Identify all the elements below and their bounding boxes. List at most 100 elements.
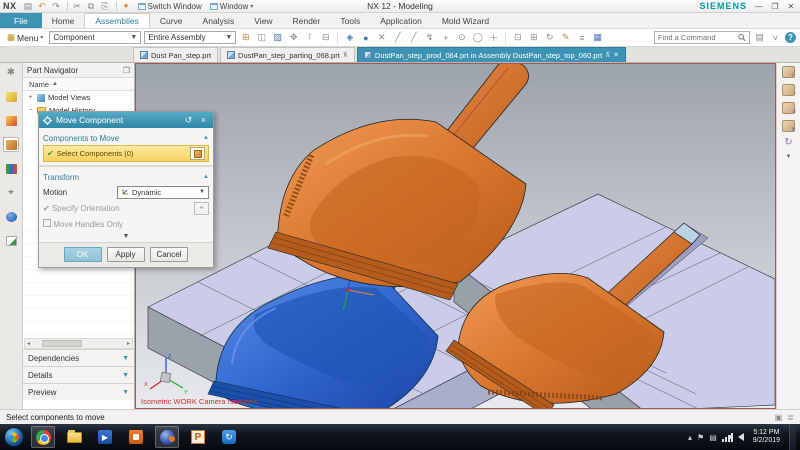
scrollbar-thumb[interactable] [42,340,82,347]
book-icon[interactable]: ▤ [753,32,766,43]
tab-home[interactable]: Home [42,13,85,28]
line2-icon[interactable]: ╱ [407,32,420,43]
tab-analysis[interactable]: Analysis [193,13,245,28]
transform-header[interactable]: Transform▲ [43,170,209,184]
scroll-right-icon[interactable]: ▸ [125,340,132,347]
switch-window-button[interactable]: Switch Window [134,1,206,12]
save-icon[interactable]: ▤ [22,1,35,12]
plus-icon[interactable]: ＋ [487,31,500,44]
motion-dropdown[interactable]: Dynamic ▼ [117,186,209,199]
component-layers-icon[interactable]: ≡ [782,102,795,114]
repeat-command-icon[interactable]: ✦ [120,1,133,12]
find-component-icon[interactable]: ⊞ [239,32,252,43]
tab-view[interactable]: View [244,13,282,28]
chrome-taskbar-button[interactable] [31,426,55,448]
close-button[interactable]: ✕ [785,2,797,11]
powerpoint-taskbar-button[interactable]: P [186,426,210,448]
orange-app-taskbar-button[interactable] [124,426,148,448]
spline-icon[interactable]: ↯ [423,32,436,43]
redo-icon[interactable]: ↷ [50,1,63,12]
select-components-row[interactable]: ✔ Select Components (0) [43,145,209,162]
window-fit-icon[interactable]: ⊡ [511,32,524,43]
orbit-icon[interactable]: ↻ [543,32,556,43]
graphics-window[interactable]: ZC [135,63,776,409]
show-hidden-icons[interactable]: ▴ [688,433,692,442]
tab-curve[interactable]: Curve [150,13,193,28]
brush-icon[interactable]: ✎ [559,32,572,43]
component-close-icon[interactable]: ✕ [782,120,795,132]
close-tab-icon[interactable]: ✕ [613,51,619,59]
doc-tab-1[interactable]: Dust Pan_step.prt [133,47,218,62]
exploded-views-icon[interactable]: ◈ [343,32,356,43]
chevron-down-icon[interactable]: ▼ [786,154,792,160]
tab-file[interactable]: File [0,13,42,28]
move-component-icon[interactable]: ✥ [287,32,300,43]
dialog-title-bar[interactable]: Move Component ↺ × [39,112,213,128]
tab-render[interactable]: Render [282,13,330,28]
paste-icon[interactable]: ⎘ [99,1,112,12]
alert-log-icon[interactable]: ▣ [775,413,783,422]
clipboard-status-icon[interactable]: ≣ [787,413,794,422]
component-clock-icon[interactable]: ◔ [782,84,795,96]
refresh-icon[interactable]: ↻ [784,138,792,148]
explorer-taskbar-button[interactable] [62,426,86,448]
cut-icon[interactable]: ✂ [71,1,84,12]
scroll-left-icon[interactable]: ◂ [25,340,32,347]
add-component-icon[interactable]: ＋ [782,66,795,78]
checkbox-icon[interactable] [43,219,51,227]
search-binoculars-icon[interactable]: ⌖ [3,185,19,200]
tab-application[interactable]: Application [370,13,432,28]
tree-item-model-views[interactable]: + Model Views [23,91,134,104]
ok-button[interactable]: OK [64,247,102,262]
line-icon[interactable]: ╱ [391,32,404,43]
components-to-move-header[interactable]: Components to Move▲ [43,131,209,145]
menu-button[interactable]: ▦ Menu ▾ [4,31,46,44]
show-desktop-button[interactable] [789,424,796,450]
grid-icon[interactable]: ▦ [591,32,604,43]
window-menu-button[interactable]: Window ▾ [206,1,257,12]
sync-app-taskbar-button[interactable]: ↻ [217,426,241,448]
doc-tab-2[interactable]: DustPan_step_parting_068.prt ⊼ [220,47,355,62]
section-preview[interactable]: Preview▼ [23,383,134,400]
undock-icon[interactable]: ❐ [123,66,130,75]
action-center-flag-icon[interactable]: ⚑ [697,433,704,442]
tab-mold-wizard[interactable]: Mold Wizard [432,13,499,28]
media-player-taskbar-button[interactable]: ▶ [93,426,117,448]
undo-icon[interactable]: ↶ [36,1,49,12]
sphere-icon[interactable]: ● [359,33,372,43]
circle-icon[interactable]: ⊙ [455,32,468,43]
column-header[interactable]: Name ▲ [23,78,134,91]
arrangements-icon[interactable]: ⊟ [319,32,332,43]
csys-dialog-icon[interactable]: ⌖ [194,202,209,215]
help-icon[interactable]: ? [785,32,796,43]
roles-gear-icon[interactable]: ✱ [3,65,19,80]
history-palette-icon[interactable] [3,233,19,248]
copy-icon[interactable]: ⧉ [85,1,98,12]
tray-app-icon[interactable]: ▤ [709,433,717,442]
pin-icon[interactable]: ⊼ [605,51,610,59]
scope-dropdown[interactable]: Entire Assembly▼ [144,31,236,44]
arc-icon[interactable]: ◯ [471,32,484,43]
doc-tab-3-active[interactable]: DustPan_step_prod_064.prt in Assembly Du… [357,47,626,62]
horizontal-scrollbar[interactable]: ◂ ▸ [24,338,133,349]
apply-button[interactable]: Apply [107,247,145,262]
specify-orientation-row[interactable]: ✔ Specify Orientation ⌖ [43,200,209,216]
find-command-input[interactable] [658,33,736,42]
assembly-constraints-icon[interactable]: ⊺ [303,32,316,43]
section-details[interactable]: Details▼ [23,366,134,383]
part-navigator-icon[interactable] [3,137,19,152]
tab-assemblies[interactable]: Assemblies [84,13,149,28]
sequence-icon[interactable]: ✕ [375,32,388,43]
close-dialog-icon[interactable]: × [198,115,209,125]
section-dependencies[interactable]: Dependencies▼ [23,349,134,366]
constraint-navigator-icon[interactable] [3,113,19,128]
show-product-outline-icon[interactable]: ▧ [271,32,284,43]
assembly-navigator-icon[interactable] [3,89,19,104]
open-component-icon[interactable]: ◫ [255,32,268,43]
move-handles-row[interactable]: Move Handles Only [43,216,209,232]
reuse-library-icon[interactable] [3,161,19,176]
nx-taskbar-button[interactable] [155,426,179,448]
volume-icon[interactable] [738,433,744,441]
chevron-icon[interactable]: ˅ [769,33,782,43]
tab-tools[interactable]: Tools [330,13,370,28]
